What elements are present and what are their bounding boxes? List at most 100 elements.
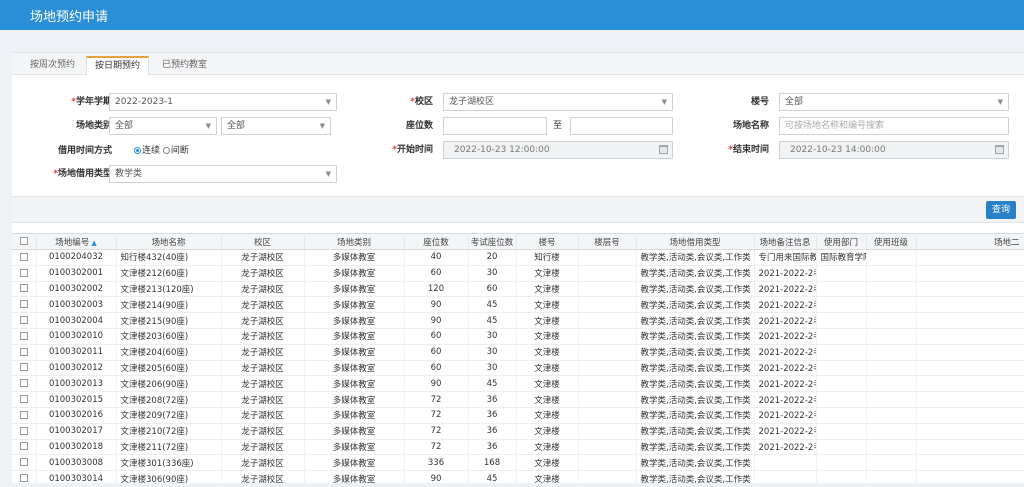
end-time-input[interactable]: 2022-10-23 14:00:00 — [779, 141, 1009, 159]
table-row[interactable]: 0100303008 文津楼301(336座) 龙子湖校区 多媒体教室 336 168 文津… — [12, 454, 1024, 472]
table-row[interactable]: 0100302016 文津楼209(72座) 龙子湖校区 多媒体教室 72 36 文津楼 教学… — [12, 407, 1024, 424]
row-checkbox[interactable] — [12, 454, 37, 472]
select-all-checkbox[interactable] — [12, 233, 37, 250]
table-cell — [578, 328, 637, 345]
column-header[interactable]: 场地二 — [916, 233, 1024, 250]
table-row[interactable]: 0100302012 文津楼205(60座) 龙子湖校区 多媒体教室 60 30 文津楼 教学… — [12, 360, 1024, 377]
chevron-down-icon: ▼ — [205, 122, 211, 130]
column-header[interactable]: 场地借用类型 — [636, 233, 755, 250]
row-checkbox[interactable] — [12, 407, 37, 424]
table-row[interactable]: 0100302015 文津楼208(72座) 龙子湖校区 多媒体教室 72 36 文津楼 教学… — [12, 391, 1024, 408]
table-row[interactable]: 0100302002 文津楼213(120座) 龙子湖校区 多媒体教室 120 60 文津楼… — [12, 281, 1024, 298]
roomtype-select-1[interactable]: 全部 ▼ — [109, 117, 217, 135]
query-button[interactable]: 查询 — [986, 201, 1016, 219]
row-checkbox[interactable] — [12, 439, 37, 456]
table-row[interactable]: 0100302013 文津楼206(90座) 龙子湖校区 多媒体教室 90 45 文津楼 教学… — [12, 375, 1024, 393]
column-header[interactable]: 使用班级 — [866, 233, 917, 250]
calendar-icon — [659, 145, 668, 154]
main-panel: 按周次预约 按日期预约 已预约教室 *学年学期 2022-2023-1 ▼ *校区… — [12, 52, 1024, 487]
table-header-row: 场地编号 ▲ 场地名称 校区 场地类别 座位数 考试座位数 楼号 楼层号 场地借用… — [12, 233, 1024, 250]
row-checkbox[interactable] — [12, 375, 37, 393]
table-row[interactable]: 0100302011 文津楼204(60座) 龙子湖校区 多媒体教室 60 30 文津楼 教学… — [12, 344, 1024, 361]
table-cell: 教学类,活动类,会议类,工作类 — [636, 391, 755, 408]
roomname-input[interactable]: 可按场地名称和编号搜索 — [779, 117, 1009, 135]
term-select[interactable]: 2022-2023-1 ▼ — [109, 93, 337, 111]
column-header[interactable]: 考试座位数 — [468, 233, 517, 250]
roomtype-select-2[interactable]: 全部 ▼ — [221, 117, 331, 135]
table-cell: 2021-2022-2考试 — [754, 407, 817, 424]
table-cell: 教学类,活动类,会议类,工作类 — [636, 407, 755, 424]
row-checkbox[interactable] — [12, 296, 37, 314]
seats-min-input[interactable] — [443, 117, 547, 135]
row-checkbox[interactable] — [12, 265, 37, 282]
building-select[interactable]: 全部 ▼ — [779, 93, 1009, 111]
table-cell: 教学类,活动类,会议类,工作类 — [636, 470, 755, 487]
table-cell — [816, 312, 867, 329]
row-checkbox[interactable] — [12, 281, 37, 298]
row-checkbox[interactable] — [12, 249, 37, 266]
table-cell — [754, 470, 817, 487]
tab-by-date[interactable]: 按日期预约 — [86, 56, 150, 76]
row-checkbox[interactable] — [12, 344, 37, 361]
table-row[interactable]: 0100302010 文津楼203(60座) 龙子湖校区 多媒体教室 60 30 文津楼 教学… — [12, 328, 1024, 345]
table-cell: 文津楼208(72座) — [116, 391, 222, 408]
tab-booked-rooms[interactable]: 已预约教室 — [154, 57, 215, 75]
row-checkbox[interactable] — [12, 470, 37, 487]
row-checkbox[interactable] — [12, 423, 37, 440]
table-row[interactable]: 0100302004 文津楼215(90座) 龙子湖校区 多媒体教室 90 45 文津楼 教学… — [12, 312, 1024, 329]
table-cell: 多媒体教室 — [304, 344, 405, 361]
column-header[interactable]: 使用部门 — [816, 233, 867, 250]
column-header[interactable]: 场地类别 — [304, 233, 405, 250]
seats-max-input[interactable] — [570, 117, 673, 135]
table-cell: 龙子湖校区 — [221, 423, 305, 440]
table-cell — [866, 249, 917, 266]
action-bar: 查询 — [12, 196, 1024, 223]
table-cell: 30 — [468, 344, 517, 361]
campus-select[interactable]: 龙子湖校区 ▼ — [443, 93, 673, 111]
table-cell — [916, 249, 1024, 266]
table-cell — [578, 407, 637, 424]
mode-label: 借用时间方式 — [57, 146, 112, 156]
column-header[interactable]: 楼号 — [516, 233, 579, 250]
column-header[interactable]: 场地备注信息 — [754, 233, 817, 250]
column-header[interactable]: 场地编号 ▲ — [36, 233, 117, 250]
column-header[interactable]: 楼层号 — [578, 233, 637, 250]
tab-by-week[interactable]: 按周次预约 — [22, 57, 83, 75]
table-cell: 2021-2022-2考试 — [754, 375, 817, 393]
table-cell — [816, 265, 867, 282]
table-cell: 2021-2022-2考试 — [754, 391, 817, 408]
column-header[interactable]: 场地名称 — [116, 233, 222, 250]
table-cell: 教学类,活动类,会议类,工作类 — [636, 296, 755, 314]
usetype-select[interactable]: 教学类 ▼ — [109, 165, 337, 183]
table-row[interactable]: 0100302001 文津楼212(60座) 龙子湖校区 多媒体教室 60 30 文津楼 教学… — [12, 265, 1024, 282]
table-row[interactable]: 0100302017 文津楼210(72座) 龙子湖校区 多媒体教室 72 36 文津楼 教学… — [12, 423, 1024, 440]
column-header[interactable]: 校区 — [221, 233, 305, 250]
table-cell: 文津楼209(72座) — [116, 407, 222, 424]
table-cell: 20 — [468, 249, 517, 266]
table-cell: 龙子湖校区 — [221, 328, 305, 345]
sort-icon[interactable]: ▲ — [91, 239, 96, 247]
table-cell — [916, 265, 1024, 282]
table-cell — [866, 328, 917, 345]
row-checkbox[interactable] — [12, 391, 37, 408]
table-cell: 多媒体教室 — [304, 454, 405, 472]
row-checkbox[interactable] — [12, 328, 37, 345]
column-header[interactable]: 座位数 — [404, 233, 469, 250]
row-checkbox[interactable] — [12, 312, 37, 329]
mode-interval-radio[interactable] — [162, 147, 170, 154]
table-row[interactable]: 0100302003 文津楼214(90座) 龙子湖校区 多媒体教室 90 45 文津楼 教学… — [12, 296, 1024, 314]
row-checkbox[interactable] — [12, 360, 37, 377]
table-row[interactable]: 0100303014 文津楼306(90座) 龙子湖校区 多媒体教室 90 45 文津楼 教学… — [12, 470, 1024, 487]
table-row[interactable]: 0100204032 知行楼432(40座) 龙子湖校区 多媒体教室 40 20 知行楼 教学… — [12, 249, 1024, 266]
campus-label: *校区 — [410, 97, 433, 107]
table-cell: 文津楼 — [516, 265, 579, 282]
start-time-input[interactable]: 2022-10-23 12:00:00 — [443, 141, 673, 159]
table-cell: 多媒体教室 — [304, 391, 405, 408]
table-cell: 文津楼 — [516, 328, 579, 345]
table-cell: 教学类,活动类,会议类,工作类 — [636, 423, 755, 440]
table-cell: 30 — [468, 360, 517, 377]
table-cell: 90 — [404, 375, 469, 393]
table-row[interactable]: 0100302018 文津楼211(72座) 龙子湖校区 多媒体教室 72 36 文津楼 教学… — [12, 439, 1024, 456]
table-cell — [578, 281, 637, 298]
mode-continuous-radio[interactable] — [134, 147, 141, 154]
